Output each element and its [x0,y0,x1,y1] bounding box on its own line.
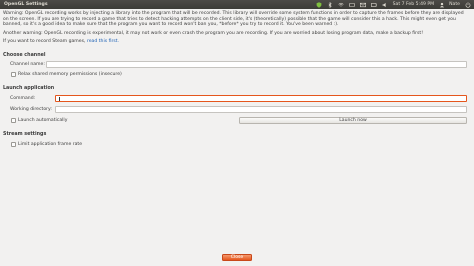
launch-application-heading: Launch application [3,86,55,91]
launch-now-button[interactable]: Launch now [239,117,467,124]
steam-note: If you want to record Steam games, [3,39,87,45]
launch-automatically-label: Launch automatically [18,118,68,123]
system-tray: Sat 7 Feb 5:49 PM Nate [316,1,474,8]
limit-frame-rate-label: Limit application frame rate [18,142,83,147]
text-cursor [59,97,60,101]
relax-permissions-checkbox[interactable] [11,72,16,77]
user-icon[interactable] [438,2,445,8]
launch-automatically-checkbox[interactable] [11,118,16,123]
close-button[interactable]: Close [222,254,252,261]
channel-name-input[interactable] [46,61,467,68]
clock[interactable]: Sat 7 Feb 5:49 PM [393,2,434,7]
power-icon[interactable] [464,1,471,8]
command-input[interactable] [55,95,467,102]
window-title-bar: OpenGL Settings Sat 7 Feb 5:49 PM Nate [0,0,474,9]
command-label: Command: [10,96,36,101]
limit-frame-rate-checkbox[interactable] [11,142,16,147]
choose-channel-heading: Choose channel [3,53,46,58]
relax-permissions-label: Relax shared memory permissions (insecur… [18,72,122,77]
user-name[interactable]: Nate [449,2,460,7]
shield-icon[interactable] [316,1,323,8]
network-icon[interactable] [338,2,345,8]
working-directory-input[interactable] [55,106,467,113]
stream-settings-heading: Stream settings [3,132,47,137]
warning-text-3: If you want to record Steam games, read … [3,39,469,45]
steam-link[interactable]: read this first. [87,39,119,44]
warning-block: Warning: OpenGL recording works by injec… [3,11,471,45]
channel-name-label: Channel name: [10,62,45,67]
mail-icon[interactable] [360,2,367,8]
warning-text-1: Warning: OpenGL recording works by injec… [3,11,464,28]
working-directory-label: Working directory: [10,107,52,112]
window-title: OpenGL Settings [4,2,48,7]
volume-icon[interactable] [382,2,389,8]
bluetooth-icon[interactable] [327,1,334,8]
keyboard-icon[interactable] [349,2,356,8]
warning-text-2: Another warning: OpenGL recording is exp… [3,30,424,36]
battery-icon[interactable] [371,2,378,8]
